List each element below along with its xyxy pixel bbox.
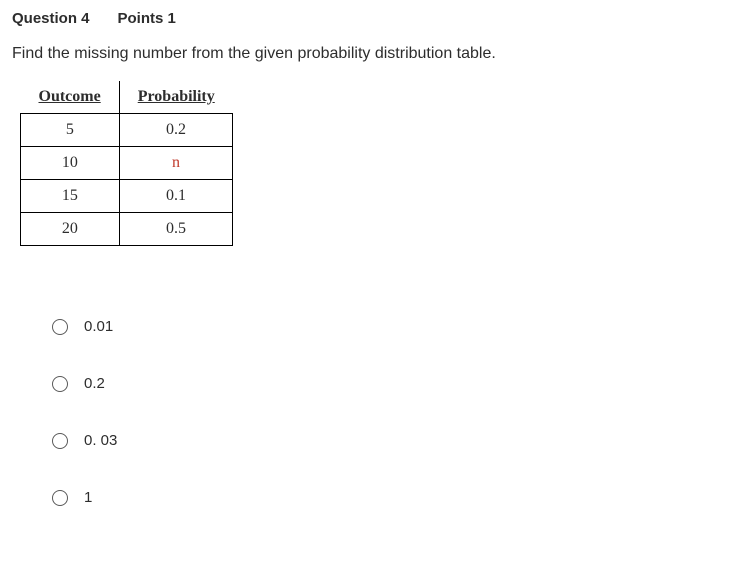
unknown-variable: n xyxy=(172,154,180,171)
table-row: 10 n xyxy=(21,147,233,180)
table-header-outcome: Outcome xyxy=(21,81,120,114)
option-row[interactable]: 0.01 xyxy=(52,318,728,335)
radio-icon[interactable] xyxy=(52,433,68,449)
option-row[interactable]: 1 xyxy=(52,489,728,506)
option-row[interactable]: 0.2 xyxy=(52,375,728,392)
probability-cell: 0.2 xyxy=(119,114,233,147)
answer-options: 0.01 0.2 0. 03 1 xyxy=(12,318,728,506)
radio-icon[interactable] xyxy=(52,319,68,335)
table-row: 15 0.1 xyxy=(21,180,233,213)
option-label: 1 xyxy=(84,489,92,506)
probability-cell: n xyxy=(119,147,233,180)
probability-cell: 0.1 xyxy=(119,180,233,213)
option-row[interactable]: 0. 03 xyxy=(52,432,728,449)
probability-table: Outcome Probability 5 0.2 10 n 15 0.1 20… xyxy=(20,81,233,246)
radio-icon[interactable] xyxy=(52,376,68,392)
question-number: Question 4 xyxy=(12,10,90,27)
option-label: 0. 03 xyxy=(84,432,117,449)
radio-icon[interactable] xyxy=(52,490,68,506)
outcome-cell: 15 xyxy=(21,180,120,213)
option-label: 0.01 xyxy=(84,318,113,335)
outcome-cell: 20 xyxy=(21,213,120,246)
table-row: 20 0.5 xyxy=(21,213,233,246)
question-prompt: Find the missing number from the given p… xyxy=(12,45,728,63)
probability-cell: 0.5 xyxy=(119,213,233,246)
question-points: Points 1 xyxy=(118,10,176,27)
question-header: Question 4 Points 1 xyxy=(12,10,728,27)
outcome-cell: 10 xyxy=(21,147,120,180)
table-row: 5 0.2 xyxy=(21,114,233,147)
outcome-cell: 5 xyxy=(21,114,120,147)
option-label: 0.2 xyxy=(84,375,105,392)
table-header-probability: Probability xyxy=(119,81,233,114)
